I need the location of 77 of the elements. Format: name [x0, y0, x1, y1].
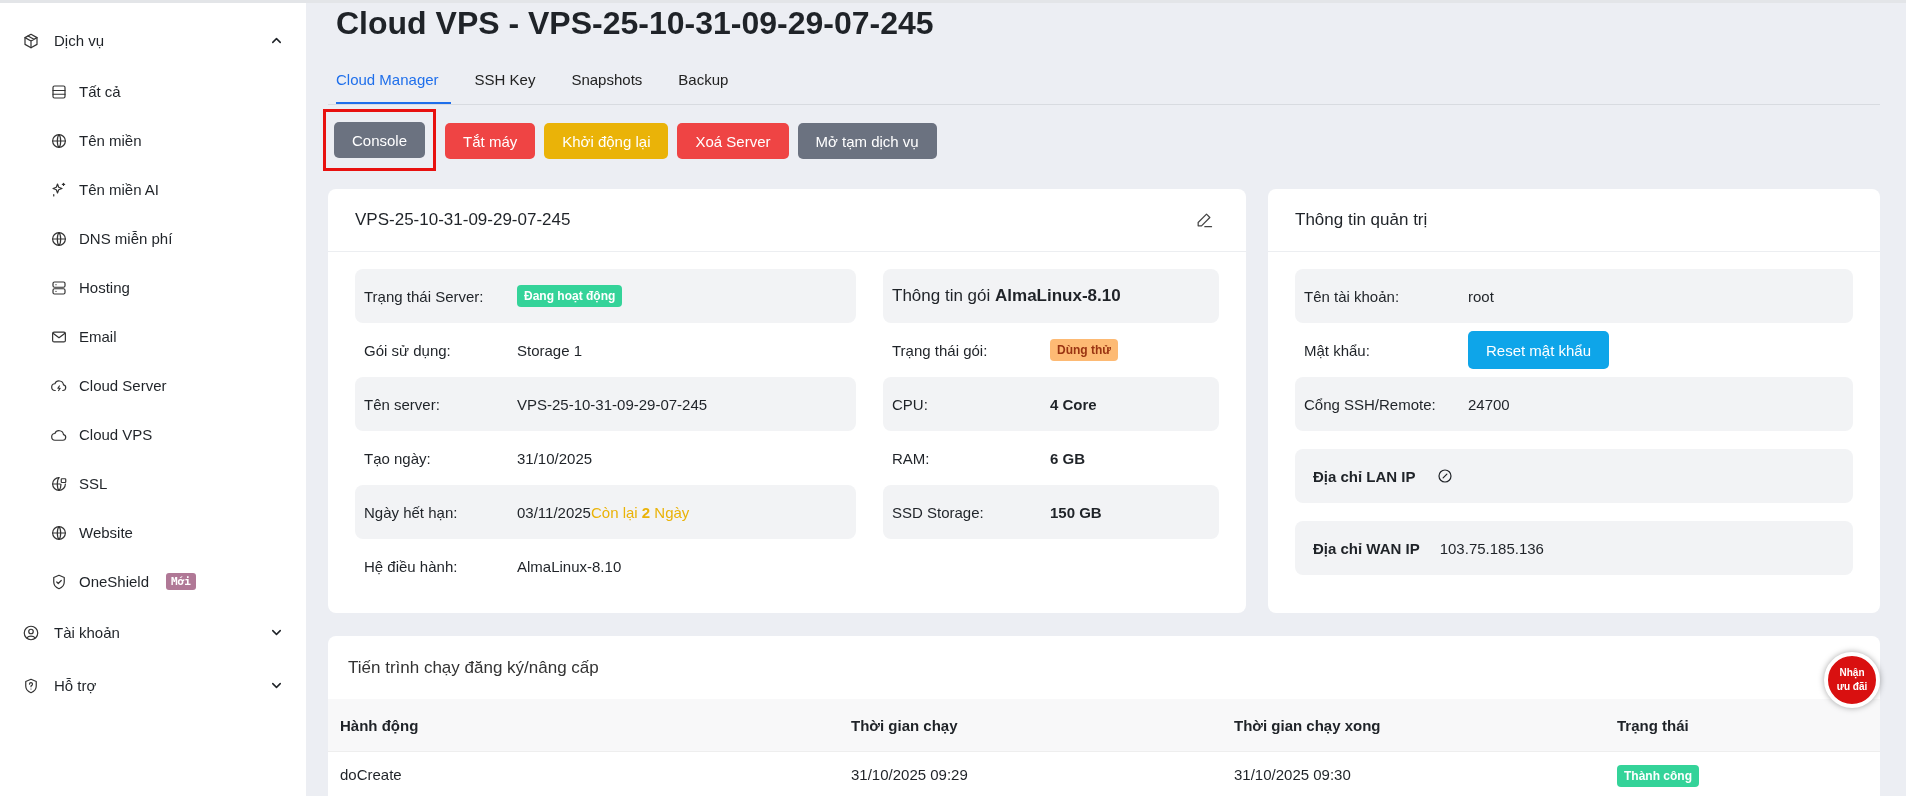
sidebar-item[interactable]: Email [0, 312, 306, 361]
user-circle-icon [22, 623, 40, 642]
globe-icon [50, 131, 68, 150]
status-badge: Thành công [1617, 764, 1699, 787]
field-label: Ngày hết hạn: [364, 503, 459, 521]
table-cell-text: 31/10/2025 09:30 [1233, 765, 1352, 783]
sidebar-group[interactable]: Tài khoản [0, 606, 306, 659]
table-cell-text: doCreate [339, 765, 403, 783]
field-value: 31/10/2025 [517, 449, 593, 467]
field-value: 03/11/2025 [517, 503, 591, 521]
field-label: RAM: [892, 449, 931, 467]
server-icon [50, 278, 68, 297]
sidebar-item[interactable]: Cloud Server [0, 361, 306, 410]
field-label: Trạng thái gói: [892, 341, 989, 359]
shield-icon [50, 572, 68, 591]
globe-icon [50, 474, 68, 493]
column-header: Thời gian chạy xong [1233, 716, 1382, 734]
sidebar-group[interactable]: Hỗ trợ [0, 659, 306, 712]
action-button[interactable]: Console [334, 122, 426, 158]
sidebar-item[interactable]: DNS miễn phí [0, 214, 306, 263]
column-header: Hành động [339, 716, 420, 734]
sidebar-item[interactable]: Tên miền [0, 116, 306, 165]
field-label: CPU: [892, 395, 929, 413]
field-value: 24700 [1468, 395, 1510, 413]
sidebar-item[interactable]: Tất cả [0, 67, 306, 116]
field-label: Cổng SSH/Remote: [1304, 395, 1437, 413]
tab[interactable]: SSH Key [474, 57, 548, 104]
field-label: Hệ điều hành: [364, 557, 459, 575]
table-icon [50, 82, 68, 101]
tab[interactable]: Snapshots [571, 57, 655, 104]
column-header: Trạng thái [1616, 716, 1690, 734]
field-value: 150 GB [1050, 503, 1102, 521]
sparkle-icon [50, 180, 68, 199]
field-label: Mật khẩu: [1304, 341, 1371, 359]
tab[interactable]: Backup [678, 57, 741, 104]
page-title: Cloud VPS - VPS-25-10-31-09-29-07-245 [335, 4, 935, 43]
action-button[interactable]: Xoá Server [677, 123, 789, 159]
field-label: SSD Storage: [892, 503, 985, 521]
sidebar-item[interactable]: OneShield Mới [0, 557, 306, 606]
remaining-days: Còn lại 2 Ngày [590, 503, 690, 521]
sidebar-item[interactable]: Hosting [0, 263, 306, 312]
status-badge: Dùng thử [1050, 339, 1118, 361]
field-label: Địa chỉ WAN IP [1313, 539, 1420, 557]
column-header: Thời gian chạy [850, 716, 959, 734]
field-label: Tạo ngày: [364, 449, 432, 467]
field-value: 103.75.185.136 [1439, 539, 1544, 557]
shield-question-icon [22, 676, 40, 695]
table-cell-text: 31/10/2025 09:29 [850, 765, 969, 783]
card-title: VPS-25-10-31-09-29-07-245 [355, 210, 571, 230]
field-label: Địa chỉ LAN IP [1313, 467, 1416, 485]
card-title: Thông tin quản trị [1295, 210, 1428, 230]
sidebar-item[interactable]: Cloud VPS [0, 410, 306, 459]
field-label: Tên server: [364, 395, 441, 413]
sidebar-group[interactable]: Dịch vụ [0, 14, 306, 67]
globe-icon [50, 229, 68, 248]
globe-icon [50, 523, 68, 542]
field-label: Tên tài khoản: [1304, 287, 1401, 305]
field-value: 4 Core [1050, 395, 1097, 413]
action-button[interactable]: Mở tạm dịch vụ [797, 123, 937, 159]
sidebar-item[interactable]: Website [0, 508, 306, 557]
new-badge: Mới [166, 573, 196, 590]
tab[interactable]: Cloud Manager [336, 57, 451, 104]
field-value: VPS-25-10-31-09-29-07-245 [517, 395, 708, 413]
card-title: Tiến trình chạy đăng ký/nâng cấp [348, 657, 599, 678]
package-title: Thông tin gói AlmaLinux-8.10 [892, 286, 1121, 306]
field-label: Trạng thái Server: [364, 287, 485, 305]
field-value: AlmaLinux-8.10 [517, 557, 622, 575]
field-value: Storage 1 [517, 341, 583, 359]
sidebar-item[interactable]: Tên miền AI [0, 165, 306, 214]
sidebar-item[interactable]: SSL [0, 459, 306, 508]
empty-icon [1435, 467, 1454, 485]
field-label: Gói sử dụng: [364, 341, 452, 359]
field-value: root [1468, 287, 1494, 305]
box-icon [22, 31, 40, 50]
action-button[interactable]: Tắt máy [445, 123, 536, 159]
status-badge: Đang hoạt động [517, 285, 623, 307]
field-value: 6 GB [1050, 449, 1085, 467]
